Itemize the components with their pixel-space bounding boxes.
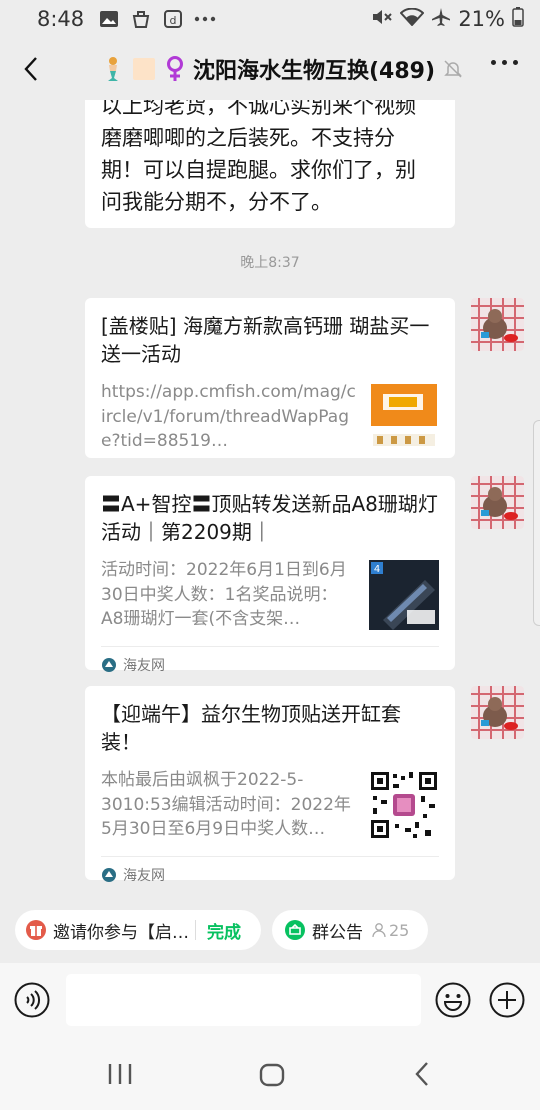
emoji-button[interactable] xyxy=(435,982,471,1018)
haiyou-logo-icon xyxy=(102,868,116,882)
link-card[interactable]: 〓A+智控〓顶贴转发送新品A8珊瑚灯活动｜第2209期｜ 活动时间：2022年6… xyxy=(85,476,455,674)
avatar[interactable] xyxy=(471,476,524,529)
voice-icon xyxy=(14,982,50,1018)
card-title: [盖楼贴] 海魔方新款高钙珊 瑚盐买一送一活动 xyxy=(101,314,430,366)
message-line: 问我能分期不，分不了。 xyxy=(101,190,332,214)
mermaid-icon xyxy=(100,56,126,82)
notice-count: 25 xyxy=(389,920,410,940)
image-icon xyxy=(98,8,120,30)
link-card[interactable]: [盖楼贴] 海魔方新款高钙珊 瑚盐买一送一活动 https://app.cmfi… xyxy=(85,298,455,458)
app-icon: d xyxy=(162,8,184,30)
wifi-icon xyxy=(399,7,425,31)
card-title: 〓A+智控〓顶贴转发送新品A8珊瑚灯活动｜第2209期｜ xyxy=(101,492,438,544)
plus-icon xyxy=(489,982,525,1018)
blank-square-icon xyxy=(131,56,157,82)
message-list[interactable]: 以上均老货，不诚心实别来个视频 磨磨唧唧的之后装死。不支持分 期！可以自提跑腿。… xyxy=(0,100,540,897)
card-source-name: 海友网 xyxy=(123,658,165,674)
invite-activity-pill[interactable]: 邀请你参与【启… 完成 xyxy=(15,910,261,950)
message-line: 期！可以自提跑腿。求你们了，别 xyxy=(101,158,416,182)
avatar[interactable] xyxy=(471,298,524,351)
status-time: 8:48 xyxy=(37,7,85,31)
divider xyxy=(195,920,196,940)
quick-action-bar: 邀请你参与【启… 完成 群公告 25 xyxy=(0,897,540,963)
invite-text: 邀请你参与【启… xyxy=(53,922,189,943)
more-functions-button[interactable] xyxy=(489,982,525,1018)
notice-read-count: 25 xyxy=(371,921,409,940)
back-arrow-icon xyxy=(415,1062,428,1086)
svg-text:d: d xyxy=(170,14,177,27)
status-bar: 8:48 d 21% xyxy=(0,0,540,38)
qr-code-thumbnail xyxy=(369,770,439,840)
card-source: 海友网 xyxy=(101,855,439,894)
person-icon xyxy=(372,923,386,938)
input-bar xyxy=(0,963,540,1037)
card-description: 活动时间：2022年6月1日到6月30日中奖人数：1名奖品说明：A8珊瑚灯一套(… xyxy=(101,560,347,629)
card-title: 【迎端午】益尔生物顶贴送开缸套装！ xyxy=(101,702,401,754)
text-message-bubble[interactable]: 以上均老货，不诚心实别来个视频 磨磨唧唧的之后装死。不支持分 期！可以自提跑腿。… xyxy=(85,100,455,228)
dot-icon xyxy=(502,60,507,65)
more-options-button[interactable] xyxy=(491,60,518,65)
card-source-name: 海友网 xyxy=(123,868,165,884)
haiyou-logo-icon xyxy=(102,658,116,672)
mute-bell-icon xyxy=(440,56,466,82)
dot-icon xyxy=(513,60,518,65)
airplane-icon xyxy=(431,7,451,32)
group-name: 沈阳海水生物互换(489) xyxy=(193,59,436,84)
message-line: 磨磨唧唧的之后装死。不支持分 xyxy=(101,126,395,150)
message-timestamp: 晚上8:37 xyxy=(240,255,300,271)
chevron-left-icon xyxy=(24,57,37,81)
card-thumbnail: 4 xyxy=(369,560,439,630)
home-button[interactable] xyxy=(259,1063,285,1091)
link-card[interactable]: 【迎端午】益尔生物顶贴送开缸套装！ 本帖最后由飒枫于2022-5-3010:53… xyxy=(85,686,455,884)
dot-icon xyxy=(491,60,496,65)
female-sign-icon xyxy=(162,56,188,82)
card-thumbnail xyxy=(369,382,439,452)
edge-panel-handle[interactable] xyxy=(533,420,540,626)
message-input[interactable] xyxy=(66,974,421,1026)
back-button[interactable] xyxy=(14,52,48,86)
message-line: 以上均老货，不诚心实别来个视频 xyxy=(101,100,416,118)
home-icon xyxy=(259,1063,285,1087)
svg-text:4: 4 xyxy=(374,564,380,575)
more-icon xyxy=(194,8,216,30)
group-notice-pill[interactable]: 群公告 25 xyxy=(272,910,428,950)
card-description: https://app.cmfish.com/mag/circle/v1/for… xyxy=(101,382,356,451)
card-description: 本帖最后由飒枫于2022-5-3010:53编辑活动时间：2022年5月30日至… xyxy=(101,770,351,839)
avatar[interactable] xyxy=(471,686,524,739)
gift-icon xyxy=(26,920,46,940)
battery-icon xyxy=(512,6,524,32)
system-navigation-bar xyxy=(0,1037,540,1110)
app-icon xyxy=(130,8,152,30)
battery-percent: 21% xyxy=(458,7,505,31)
notice-label: 群公告 xyxy=(312,922,363,943)
mute-icon xyxy=(371,7,393,32)
recents-icon xyxy=(108,1064,132,1084)
recent-apps-button[interactable] xyxy=(107,1063,133,1089)
voice-button[interactable] xyxy=(14,982,50,1018)
card-source: 海友网 xyxy=(101,645,439,684)
chat-header: 沈阳海水生物互换(489) xyxy=(0,38,540,100)
notice-icon xyxy=(285,920,305,940)
smiley-icon xyxy=(435,982,471,1018)
invite-status: 完成 xyxy=(207,922,241,943)
system-back-button[interactable] xyxy=(413,1061,431,1091)
chat-title[interactable]: 沈阳海水生物互换(489) xyxy=(100,52,466,86)
